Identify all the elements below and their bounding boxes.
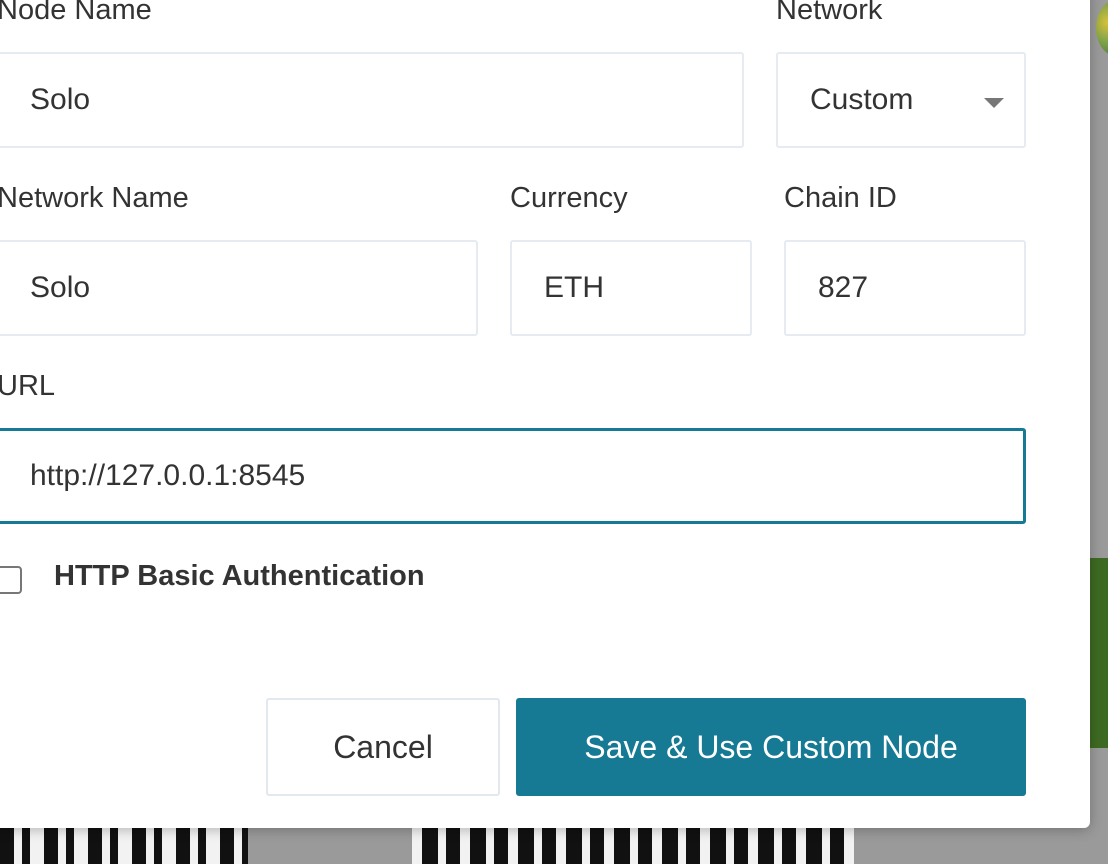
save-use-custom-node-button[interactable]: Save & Use Custom Node (516, 698, 1026, 796)
node-name-value: Solo (30, 83, 91, 116)
chevron-down-icon (984, 98, 1004, 108)
url-input[interactable]: http://127.0.0.1:8545 (0, 428, 1026, 524)
currency-label: Currency (510, 182, 628, 214)
account-avatar-icon (1096, 0, 1108, 56)
custom-node-modal: Node Name Solo Network Custom Network Na… (0, 0, 1090, 828)
cancel-button[interactable]: Cancel (266, 698, 500, 796)
qr-code-icon (412, 828, 854, 864)
background-green-panel (1090, 558, 1108, 748)
http-auth-checkbox[interactable] (0, 566, 22, 594)
chain-id-value: 827 (818, 271, 869, 304)
network-name-input[interactable]: Solo (0, 240, 478, 336)
currency-value: ETH (544, 271, 604, 304)
node-name-label: Node Name (0, 0, 152, 26)
url-value: http://127.0.0.1:8545 (30, 459, 306, 492)
network-selected-value: Custom (810, 83, 914, 116)
network-select[interactable]: Custom (776, 52, 1026, 148)
chain-id-input[interactable]: 827 (784, 240, 1026, 336)
currency-input[interactable]: ETH (510, 240, 752, 336)
network-name-label: Network Name (0, 182, 189, 214)
qr-code-icon (0, 828, 248, 864)
chain-id-label: Chain ID (784, 182, 897, 214)
url-label: URL (0, 370, 56, 402)
network-label: Network (776, 0, 883, 26)
network-name-value: Solo (30, 271, 91, 304)
node-name-input[interactable]: Solo (0, 52, 744, 148)
http-auth-label[interactable]: HTTP Basic Authentication (54, 560, 425, 593)
